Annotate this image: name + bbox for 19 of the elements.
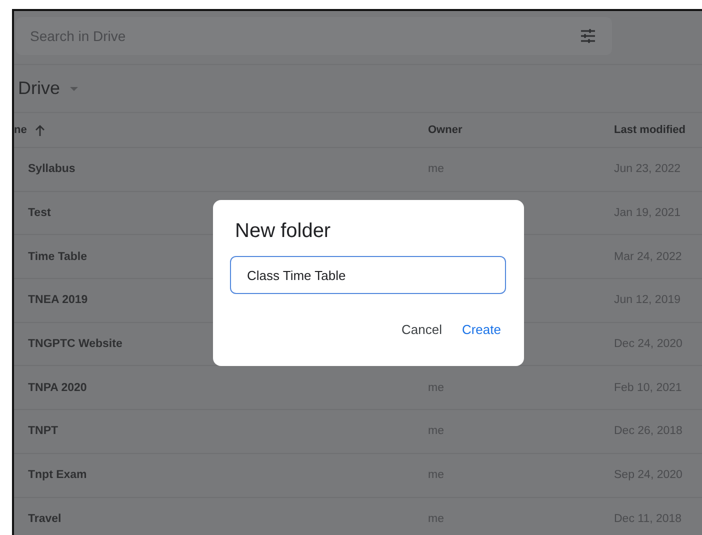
- column-header[interactable]: Last modified: [614, 124, 702, 136]
- column-header[interactable]: Owner: [428, 124, 614, 136]
- dialog-title: New folder: [235, 220, 332, 243]
- file-name: Travel: [28, 512, 62, 525]
- column-header[interactable]: ne: [14, 124, 428, 136]
- file-name: TNGPTC Website: [28, 338, 122, 350]
- file-name: TNPT: [28, 425, 58, 438]
- folder-name-field[interactable]: Class Time Table: [230, 256, 506, 294]
- filter-options-icon[interactable]: [580, 29, 596, 43]
- create-button[interactable]: Create: [456, 316, 507, 343]
- file-name: Tnpt Exam: [28, 469, 87, 482]
- caret-icon: [70, 86, 78, 90]
- file-name: Time Table: [28, 250, 88, 263]
- file-name: Syllabus: [28, 163, 76, 176]
- location-dropdown[interactable]: Drive: [18, 78, 78, 99]
- file-name: TNPA 2020: [28, 382, 87, 394]
- file-name: Test: [28, 207, 51, 220]
- cancel-button[interactable]: Cancel: [396, 316, 448, 343]
- file-name: TNEA 2019: [28, 294, 88, 306]
